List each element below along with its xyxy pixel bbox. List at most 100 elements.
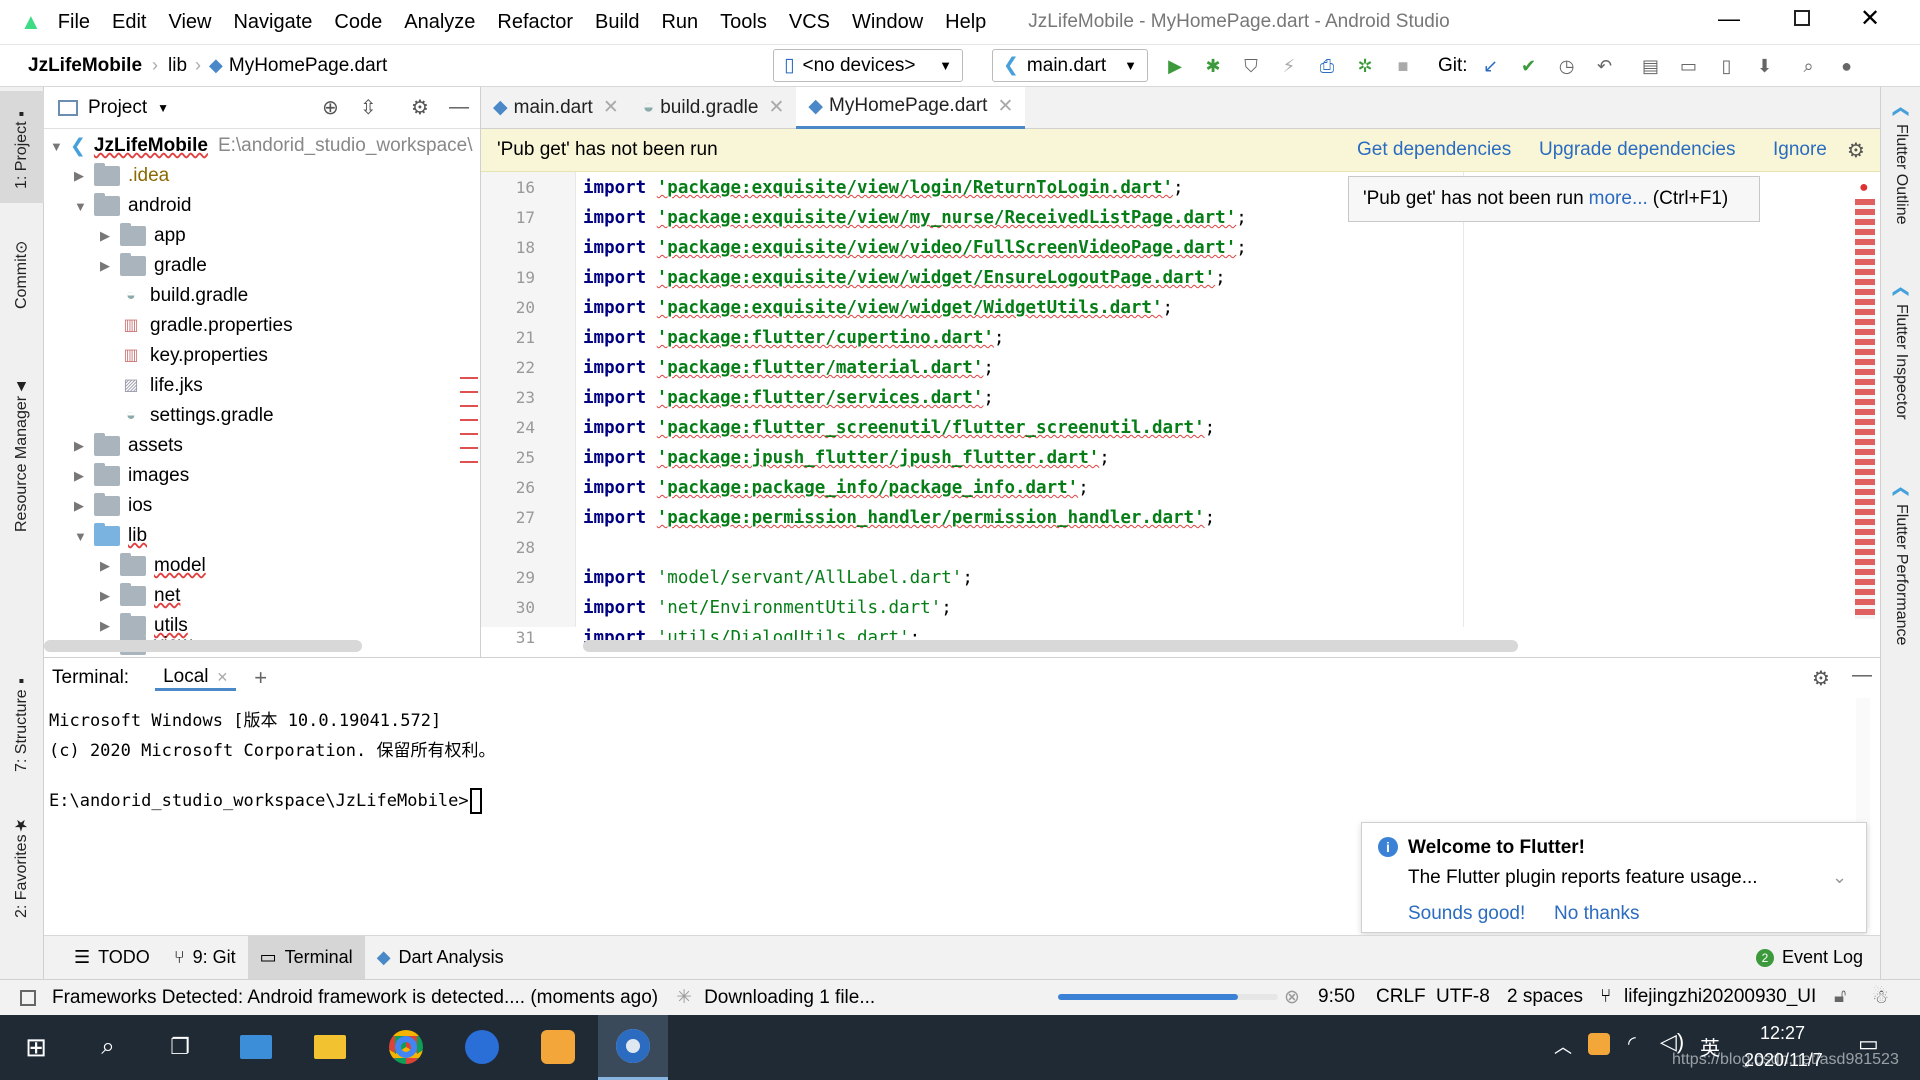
tab-todo[interactable]: ☰ TODO — [62, 936, 162, 980]
media-app-icon[interactable] — [534, 1025, 582, 1069]
menu-file[interactable]: File — [58, 11, 90, 34]
code-line[interactable]: import 'package:exquisite/view/login/Ret… — [583, 178, 1184, 198]
maximize-button[interactable] — [1794, 10, 1810, 26]
wifi-icon[interactable]: ◜ — [1628, 1031, 1636, 1056]
locate-icon[interactable]: ⊕ — [322, 95, 339, 120]
menu-edit[interactable]: Edit — [112, 11, 146, 34]
desktop-app-icon[interactable] — [232, 1025, 280, 1069]
code-line[interactable]: import 'package:exquisite/view/my_nurse/… — [583, 208, 1247, 228]
code-line[interactable]: import 'package:jpush_flutter/jpush_flut… — [583, 448, 1110, 468]
tree-item-model[interactable]: ▶ model — [100, 551, 206, 581]
git-update-icon[interactable]: ↙ — [1476, 51, 1506, 81]
user-avatar-icon[interactable]: ● — [1832, 51, 1862, 81]
close-icon[interactable]: ✕ — [217, 669, 229, 685]
breadcrumb-project[interactable]: JzLifeMobile — [28, 55, 142, 77]
code-line[interactable]: import 'package:package_info/package_inf… — [583, 478, 1089, 498]
browser-app-icon[interactable] — [458, 1025, 506, 1069]
run-icon[interactable]: ▶ — [1160, 51, 1190, 81]
tab-local-terminal[interactable]: Local ✕ — [155, 666, 237, 691]
close-icon[interactable]: ✕ — [997, 95, 1013, 118]
chevron-down-icon[interactable]: ▼ — [157, 101, 169, 115]
tab-flutter-inspector[interactable]: ❮ Flutter Inspector — [1881, 285, 1920, 475]
collapse-all-icon[interactable]: ⇳ — [360, 95, 377, 120]
code-line[interactable]: import 'package:flutter/services.dart'; — [583, 388, 994, 408]
project-structure-icon[interactable]: ▤ — [1636, 51, 1666, 81]
code-line[interactable]: import 'package:permission_handler/permi… — [583, 508, 1215, 528]
attach-debugger-icon[interactable]: ✲ — [1350, 51, 1380, 81]
avd-manager-icon[interactable]: ▯ — [1712, 51, 1742, 81]
gear-icon[interactable]: ⚙ — [1847, 138, 1865, 163]
tab-myhomepage-dart[interactable]: ◆ MyHomePage.dart ✕ — [796, 86, 1026, 129]
gear-icon[interactable]: ⚙ — [411, 95, 429, 120]
status-message[interactable]: Frameworks Detected: Android framework i… — [52, 987, 658, 1009]
tab-git[interactable]: ⑂ 9: Git — [162, 936, 248, 980]
file-encoding[interactable]: UTF-8 — [1436, 986, 1490, 1008]
tab-commit-tool[interactable]: Commit ⊙ — [0, 225, 44, 325]
tab-dart-analysis[interactable]: ◆ Dart Analysis — [365, 936, 516, 980]
chevron-down-icon[interactable]: ⌄ — [1832, 867, 1847, 888]
ignore-link[interactable]: Ignore — [1773, 139, 1827, 161]
code-area[interactable]: import 'package:exquisite/view/login/Ret… — [481, 172, 1880, 648]
menu-run[interactable]: Run — [661, 11, 698, 34]
caret-position[interactable]: 9:50 — [1318, 986, 1355, 1008]
tree-item-ios[interactable]: ▶ ios — [74, 491, 152, 521]
panel-toggle-icon[interactable] — [20, 989, 36, 1006]
chrome-icon[interactable] — [382, 1025, 430, 1069]
close-window-button[interactable]: ✕ — [1860, 4, 1880, 33]
apply-changes-icon[interactable]: ⎙ — [1312, 51, 1342, 81]
menu-refactor[interactable]: Refactor — [497, 11, 573, 34]
task-view-icon[interactable]: ❐ — [156, 1025, 204, 1069]
menu-navigate[interactable]: Navigate — [233, 11, 312, 34]
tab-resource-manager[interactable]: Resource Manager ▲ — [0, 365, 44, 545]
terminal-prompt[interactable]: E:\andorid_studio_workspace\JzLifeMobile… — [49, 788, 482, 814]
search-icon[interactable]: ⌕ — [84, 1025, 132, 1069]
stop-icon[interactable]: ■ — [1388, 51, 1418, 81]
git-branch[interactable]: lifejingzhi20200930_UI — [1624, 986, 1816, 1008]
android-studio-taskbar-icon[interactable] — [598, 1015, 668, 1080]
tab-terminal[interactable]: ▭ Terminal — [247, 935, 365, 980]
search-icon[interactable]: ⌕ — [1794, 51, 1824, 81]
tray-app-icon[interactable] — [1588, 1033, 1610, 1055]
file-explorer-icon[interactable] — [306, 1025, 354, 1069]
line-separator[interactable]: CRLF — [1376, 986, 1426, 1008]
tab-project-tool[interactable]: 1: Project ▪ — [0, 91, 44, 203]
git-commit-icon[interactable]: ✔ — [1514, 51, 1544, 81]
tab-build-gradle[interactable]: ◒ build.gradle ✕ — [631, 87, 797, 129]
menu-help[interactable]: Help — [945, 11, 986, 34]
tree-item-images[interactable]: ▶ images — [74, 461, 189, 491]
sdk-manager-icon[interactable]: ⬇ — [1750, 51, 1780, 81]
tree-item-net[interactable]: ▶ net — [100, 581, 180, 611]
tree-item-android[interactable]: ▼ android — [74, 191, 191, 221]
memory-indicator-icon[interactable]: ☃ — [1872, 986, 1889, 1009]
hide-panel-icon[interactable]: — — [1852, 664, 1872, 687]
tree-item-assets[interactable]: ▶ assets — [74, 431, 183, 461]
minimize-button[interactable]: — — [1718, 6, 1740, 32]
error-indicator-icon[interactable]: ● — [1859, 179, 1869, 197]
sounds-good-link[interactable]: Sounds good! — [1408, 903, 1525, 925]
new-session-icon[interactable]: + — [254, 665, 267, 691]
tab-flutter-outline[interactable]: ❮ Flutter Outline — [1881, 105, 1920, 265]
menu-analyze[interactable]: Analyze — [404, 11, 475, 34]
code-line[interactable]: import 'package:exquisite/view/widget/En… — [583, 268, 1226, 288]
git-history-icon[interactable]: ◷ — [1552, 51, 1582, 81]
no-thanks-link[interactable]: No thanks — [1554, 903, 1640, 925]
tree-item-idea[interactable]: ▶ .idea — [74, 161, 169, 191]
close-icon[interactable]: ✕ — [768, 96, 784, 119]
code-line[interactable]: import 'package:flutter/cupertino.dart'; — [583, 328, 1004, 348]
tree-item-life-jks[interactable]: ▨ life.jks — [120, 371, 202, 401]
cancel-download-icon[interactable]: ⊗ — [1284, 986, 1300, 1009]
lock-icon[interactable]: 🔓︎ — [1834, 986, 1846, 1008]
tab-flutter-performance[interactable]: ❮ Flutter Performance — [1881, 485, 1920, 705]
code-line[interactable]: import 'net/EnvironmentUtils.dart'; — [583, 598, 952, 618]
get-dependencies-link[interactable]: Get dependencies — [1357, 139, 1511, 161]
chevron-up-icon[interactable]: ︿ — [1554, 1033, 1572, 1059]
tree-item-gradle-properties[interactable]: ▥ gradle.properties — [120, 311, 292, 341]
menu-view[interactable]: View — [168, 11, 211, 34]
clock-time[interactable]: 12:27 — [1760, 1023, 1805, 1044]
breadcrumb-folder[interactable]: lib — [168, 55, 187, 77]
tree-item-lib[interactable]: ▼ lib — [74, 521, 147, 551]
device-manager-icon[interactable]: ▭ — [1674, 51, 1704, 81]
run-config-selector[interactable]: ❮ main.dart ▼ — [992, 49, 1148, 82]
gear-icon[interactable]: ⚙ — [1812, 666, 1830, 691]
more-link[interactable]: more... — [1589, 188, 1648, 210]
